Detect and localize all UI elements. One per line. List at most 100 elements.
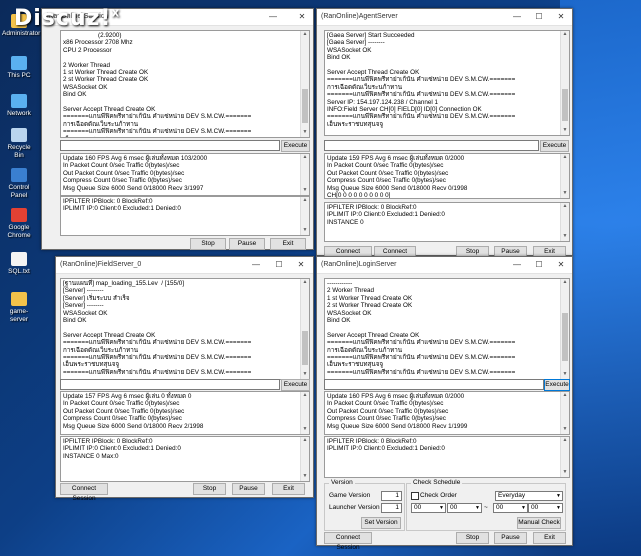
close-icon[interactable]: ✕ (297, 12, 307, 21)
desktop-icon[interactable]: This PC (2, 56, 36, 80)
login-command-input[interactable] (324, 379, 544, 390)
start-hour-select[interactable]: 00 ▼ (411, 503, 446, 513)
manual-check-button[interactable]: Manual Check (517, 517, 561, 529)
close-icon[interactable]: ✕ (556, 260, 566, 269)
scroll-up-icon[interactable]: ▲ (301, 197, 309, 205)
login-pause-button[interactable]: Pause (494, 532, 527, 544)
scroll-down-icon[interactable]: ▼ (301, 473, 309, 481)
desktop-icon[interactable]: Google Chrome (2, 208, 36, 240)
agent-command-input[interactable] (324, 140, 539, 151)
session-stop-button[interactable]: Stop (190, 238, 226, 250)
scroll-thumb[interactable] (302, 89, 308, 123)
maximize-icon[interactable]: ☐ (534, 260, 544, 269)
end-minute-select[interactable]: 00 ▼ (528, 503, 563, 513)
login-stats-scrollbar[interactable]: ▲ ▼ (560, 392, 569, 434)
desktop-icon[interactable]: Control Panel (2, 168, 36, 200)
scroll-up-icon[interactable]: ▲ (561, 437, 569, 445)
scroll-up-icon[interactable]: ▲ (561, 31, 569, 39)
scroll-down-icon[interactable]: ▼ (561, 190, 569, 198)
minimize-icon[interactable]: — (251, 260, 261, 269)
scroll-thumb[interactable] (562, 313, 568, 361)
maximize-icon[interactable]: ☐ (534, 12, 544, 21)
session-ipfilter-pane[interactable]: IPFILTER IPBlock: 0 BlockRef:0 IPLIMIT I… (60, 196, 310, 236)
maximize-icon[interactable]: ☐ (274, 260, 284, 269)
scroll-down-icon[interactable]: ▼ (561, 233, 569, 241)
set-version-button[interactable]: Set Version (361, 517, 401, 529)
session-stats-pane[interactable]: Update 160 FPS Avg 6 msec ผู้เล่นทั้งหมด… (60, 153, 310, 196)
agent-ipfilter-pane[interactable]: IPFILTER IPBlock: 0 BlockRef:0 IPLIMIT I… (324, 202, 570, 242)
desktop-icon[interactable]: Recycle Bin (2, 128, 36, 160)
field-stats-scrollbar[interactable]: ▲ ▼ (300, 392, 309, 434)
agent-log-pane[interactable]: [Gaea Server] Start Succeeded [Gaea Serv… (324, 30, 570, 136)
scroll-up-icon[interactable]: ▲ (301, 31, 309, 39)
desktop-icon[interactable]: Network (2, 94, 36, 118)
scroll-down-icon[interactable]: ▼ (561, 371, 569, 379)
login-stop-button[interactable]: Stop (456, 532, 489, 544)
scroll-down-icon[interactable]: ▼ (301, 426, 309, 434)
field-ipfilter-scrollbar[interactable]: ▲ ▼ (300, 437, 309, 481)
field-titlebar[interactable]: (RanOnline)FieldServer_0 — ☐ ✕ (56, 257, 313, 274)
minimize-icon[interactable]: — (512, 260, 522, 269)
login-log-scrollbar[interactable]: ▲ ▼ (560, 279, 569, 379)
close-icon[interactable]: ✕ (296, 260, 306, 269)
field-exit-button[interactable]: Exit (272, 483, 305, 495)
field-connect-session-button[interactable]: Connect Session (60, 483, 108, 502)
agent-execute-button[interactable]: Execute (540, 140, 569, 152)
scroll-up-icon[interactable]: ▲ (561, 279, 569, 287)
agent-titlebar[interactable]: (RanOnline)AgentServer — ☐ ✕ (317, 9, 572, 26)
scroll-down-icon[interactable]: ▼ (301, 371, 309, 379)
close-icon[interactable]: ✕ (556, 12, 566, 21)
launcher-version-input[interactable]: 1 (381, 503, 402, 513)
scroll-up-icon[interactable]: ▲ (301, 392, 309, 400)
login-titlebar[interactable]: (RanOnline)LoginServer — ☐ ✕ (317, 257, 572, 274)
scroll-down-icon[interactable]: ▼ (301, 227, 309, 235)
login-log-pane[interactable]: ------------ 2 Worker Thread 1 st Worker… (324, 278, 570, 380)
everyday-select[interactable]: Everyday ▼ (495, 491, 563, 501)
session-execute-button[interactable]: Execute (281, 140, 310, 152)
field-execute-button[interactable]: Execute (281, 379, 310, 391)
login-execute-button[interactable]: Execute (544, 379, 570, 391)
session-exit-button[interactable]: Exit (270, 238, 306, 250)
scroll-down-icon[interactable]: ▼ (301, 129, 309, 137)
field-log-scrollbar[interactable]: ▲ ▼ (300, 279, 309, 379)
minimize-icon[interactable]: — (512, 12, 522, 21)
field-pause-button[interactable]: Pause (232, 483, 265, 495)
desktop-icon[interactable]: game-server (2, 292, 36, 324)
login-ipfilter-pane[interactable]: IPFILTER IPBlock: 0 BlockRef:0 IPLIMIT I… (324, 436, 570, 478)
session-log-pane[interactable]: (2.9200) x86 Processor 2708 Mhz CPU 2 Pr… (60, 30, 310, 138)
session-stats-scrollbar[interactable]: ▲ ▼ (300, 154, 309, 195)
session-pause-button[interactable]: Pause (229, 238, 265, 250)
scroll-thumb[interactable] (562, 89, 568, 121)
field-log-pane[interactable]: [ฐานแผนที่] map_loading_155.Lev / [155/0… (60, 278, 310, 380)
login-exit-button[interactable]: Exit (533, 532, 566, 544)
desktop-icon[interactable]: SQL.txt (2, 252, 36, 276)
end-hour-select[interactable]: 00 ▼ (493, 503, 528, 513)
field-stats-pane[interactable]: Update 157 FPS Avg 6 msec ผู้เล่น 0 ทั้ง… (60, 391, 310, 435)
scroll-thumb[interactable] (302, 331, 308, 365)
login-connect-session-button[interactable]: Connect Session (324, 532, 372, 551)
scroll-down-icon[interactable]: ▼ (561, 426, 569, 434)
scroll-up-icon[interactable]: ▲ (301, 154, 309, 162)
scroll-up-icon[interactable]: ▲ (561, 392, 569, 400)
scroll-down-icon[interactable]: ▼ (561, 127, 569, 135)
session-command-input[interactable] (60, 140, 280, 151)
start-minute-select[interactable]: 00 ▼ (447, 503, 482, 513)
game-version-input[interactable]: 1 (381, 491, 402, 501)
session-ipfilter-scrollbar[interactable]: ▲ ▼ (300, 197, 309, 235)
login-ipfilter-scrollbar[interactable]: ▲ ▼ (560, 437, 569, 477)
agent-log-scrollbar[interactable]: ▲ ▼ (560, 31, 569, 135)
agent-ipfilter-scrollbar[interactable]: ▲ ▼ (560, 203, 569, 241)
login-stats-pane[interactable]: Update 160 FPS Avg 6 msec ผู้เล่นทั้งหมด… (324, 391, 570, 435)
scroll-up-icon[interactable]: ▲ (301, 279, 309, 287)
minimize-icon[interactable]: — (268, 12, 278, 21)
agent-stats-scrollbar[interactable]: ▲ ▼ (560, 154, 569, 198)
field-stop-button[interactable]: Stop (193, 483, 226, 495)
field-command-input[interactable] (60, 379, 280, 390)
scroll-down-icon[interactable]: ▼ (301, 187, 309, 195)
scroll-up-icon[interactable]: ▲ (561, 154, 569, 162)
agent-stats-pane[interactable]: Update 159 FPS Avg 6 msec ผู้เล่นทั้งหมด… (324, 153, 570, 199)
scroll-up-icon[interactable]: ▲ (301, 437, 309, 445)
field-ipfilter-pane[interactable]: IPFILTER IPBlock: 0 BlockRef:0 IPLIMIT I… (60, 436, 310, 482)
check-order-checkbox[interactable] (411, 492, 419, 500)
scroll-up-icon[interactable]: ▲ (561, 203, 569, 211)
